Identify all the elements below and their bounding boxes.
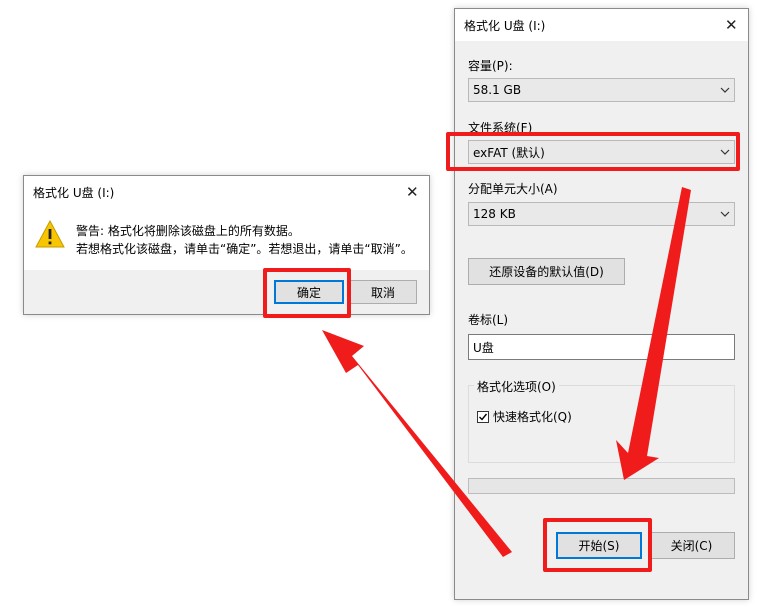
arrow-to-ok-button [322, 330, 512, 557]
arrow-to-start-button [616, 187, 691, 480]
annotation-arrows [322, 187, 691, 557]
